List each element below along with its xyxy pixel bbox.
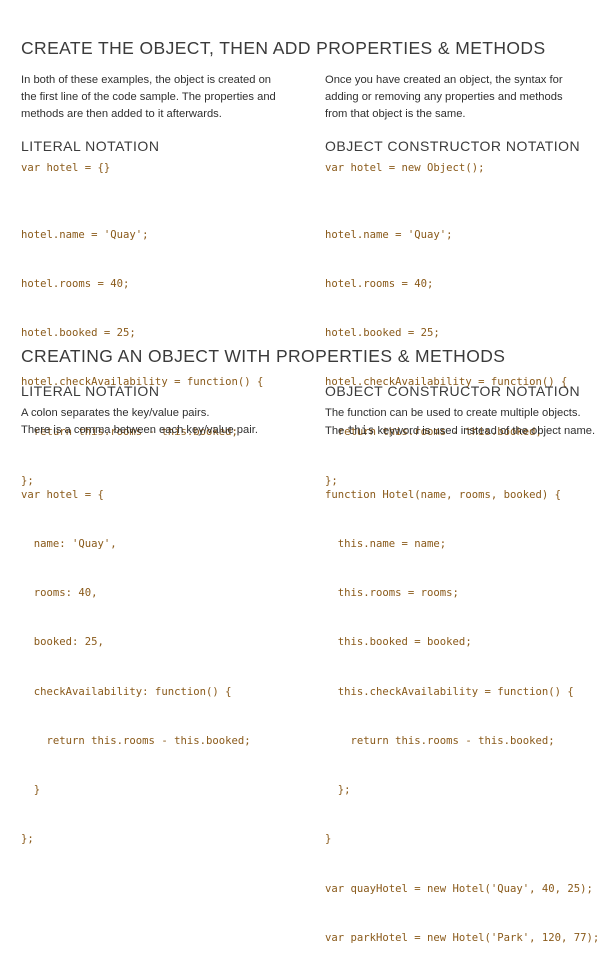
code-line: var parkHotel = new Hotel('Park', 120, 7… bbox=[325, 931, 600, 944]
section-1-constructor-heading: OBJECT CONSTRUCTOR NOTATION bbox=[325, 138, 581, 154]
code-line: return this.rooms - this.booked; bbox=[21, 734, 251, 747]
intro-line: The this keyword is used instead of the … bbox=[325, 422, 610, 440]
code-line: return this.rooms - this.booked; bbox=[325, 734, 555, 747]
code-line: hotel.rooms = 40; bbox=[325, 278, 434, 291]
code-line: }; bbox=[21, 833, 34, 846]
section-2-right-intro: The function can be used to create multi… bbox=[325, 405, 610, 440]
section-1-literal-first-line: var hotel = {} bbox=[21, 162, 111, 174]
code-line: } bbox=[21, 784, 41, 797]
intro-line: methods are then added to it afterwards. bbox=[21, 108, 222, 120]
section-1-constructor-first-line: var hotel = new Object(); bbox=[325, 162, 485, 174]
intro-text: keyword is used instead of the object na… bbox=[374, 425, 596, 437]
section-2-left-intro: A colon separates the key/value pairs. T… bbox=[21, 405, 311, 439]
section-1-literal-heading: LITERAL NOTATION bbox=[21, 138, 160, 154]
code-line: hotel.booked = 25; bbox=[325, 327, 440, 340]
intro-line: the first line of the code sample. The p… bbox=[21, 91, 276, 103]
intro-line: Once you have created an object, the syn… bbox=[325, 74, 563, 86]
code-line: hotel.booked = 25; bbox=[21, 327, 136, 340]
intro-line: There is a comma between each key/value … bbox=[21, 424, 258, 436]
section-2-literal-heading: LITERAL NOTATION bbox=[21, 383, 160, 399]
code-line: this.checkAvailability = function() { bbox=[325, 685, 574, 698]
code-line: rooms: 40, bbox=[21, 587, 98, 600]
section-2-title: CREATING AN OBJECT WITH PROPERTIES & MET… bbox=[21, 346, 506, 366]
intro-line: A colon separates the key/value pairs. bbox=[21, 407, 210, 419]
intro-line: from that object is the same. bbox=[325, 108, 466, 120]
code-line: checkAvailability: function() { bbox=[21, 685, 232, 698]
code-line: }; bbox=[325, 784, 351, 797]
section-1-right-intro: Once you have created an object, the syn… bbox=[325, 72, 610, 123]
intro-line: adding or removing any properties and me… bbox=[325, 91, 563, 103]
code-line: var hotel = { bbox=[21, 488, 104, 501]
code-line: var quayHotel = new Hotel('Quay', 40, 25… bbox=[325, 882, 593, 895]
code-line: hotel.rooms = 40; bbox=[21, 278, 130, 291]
code-line: function Hotel(name, rooms, booked) { bbox=[325, 488, 561, 501]
section-2-literal-code: var hotel = { name: 'Quay', rooms: 40, b… bbox=[21, 454, 251, 864]
code-line: this.booked = booked; bbox=[325, 636, 472, 649]
code-line: this.rooms = rooms; bbox=[325, 587, 459, 600]
code-line: booked: 25, bbox=[21, 636, 104, 649]
section-1-left-intro: In both of these examples, the object is… bbox=[21, 72, 311, 123]
intro-text: The bbox=[325, 425, 348, 437]
section-2-constructor-heading: OBJECT CONSTRUCTOR NOTATION bbox=[325, 383, 581, 399]
section-2-constructor-code: function Hotel(name, rooms, booked) { th… bbox=[325, 454, 599, 963]
code-line: hotel.name = 'Quay'; bbox=[21, 228, 149, 241]
intro-line: In both of these examples, the object is… bbox=[21, 74, 272, 86]
code-line: hotel.name = 'Quay'; bbox=[325, 228, 453, 241]
code-line: } bbox=[325, 833, 332, 846]
code-line: this.name = name; bbox=[325, 538, 447, 551]
code-line: name: 'Quay', bbox=[21, 538, 117, 551]
section-1-title: CREATE THE OBJECT, THEN ADD PROPERTIES &… bbox=[21, 38, 546, 58]
intro-line: The function can be used to create multi… bbox=[325, 407, 581, 419]
this-keyword: this bbox=[347, 424, 375, 437]
